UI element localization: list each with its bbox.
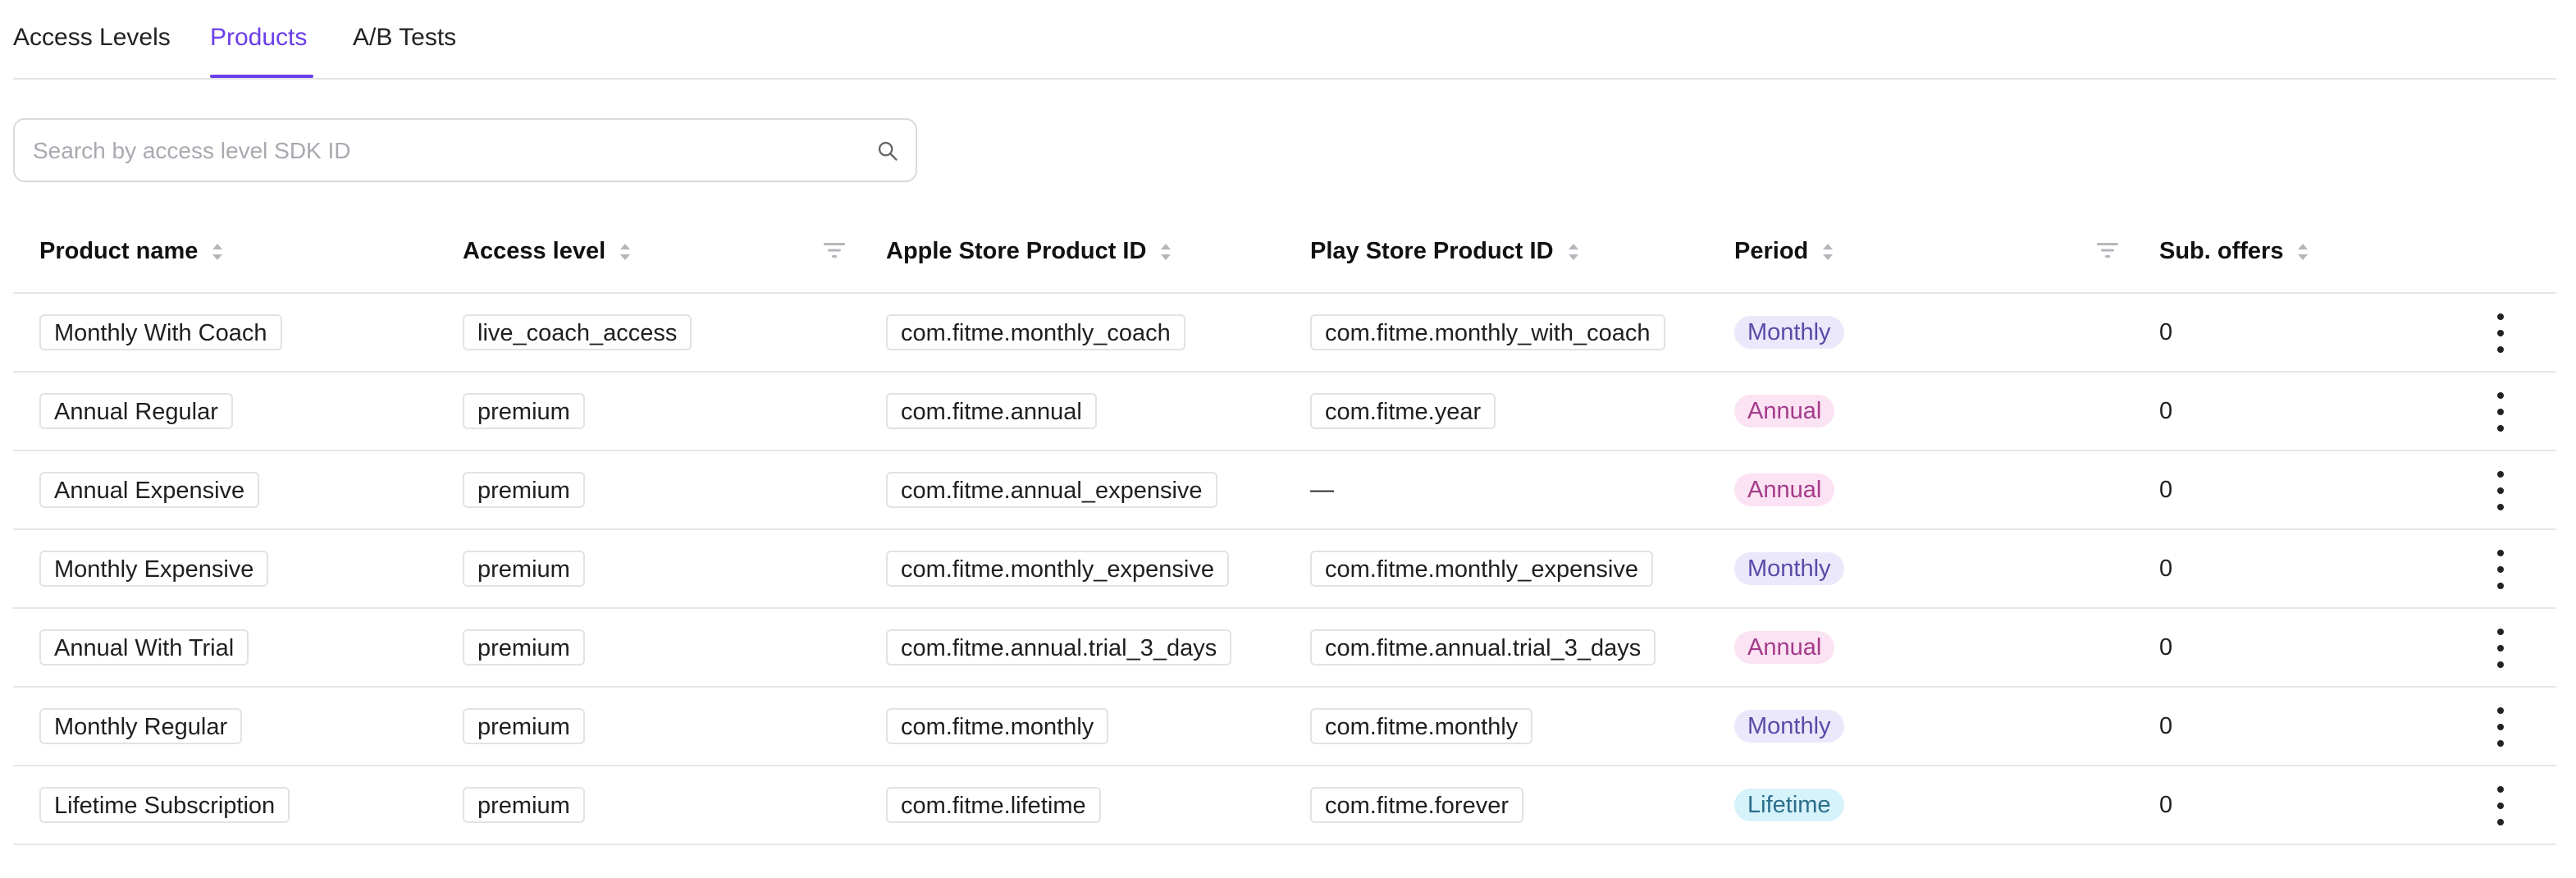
apple-id-chip: com.fitme.annual_expensive [886,472,1217,508]
active-tab-indicator [210,75,313,78]
table-row[interactable]: Monthly Expensive premium com.fitme.mont… [13,530,2556,609]
table-row[interactable]: Monthly With Coach live_coach_access com… [13,294,2556,373]
apple-id-chip: com.fitme.annual.trial_3_days [886,629,1232,665]
sort-icon[interactable] [2296,240,2309,263]
access-level-chip: live_coach_access [463,314,692,350]
more-options-icon[interactable] [2484,707,2517,747]
play-id-chip: com.fitme.year [1310,393,1496,429]
table-row[interactable]: Annual With Trial premium com.fitme.annu… [13,609,2556,688]
search-box [13,118,917,182]
period-badge: Annual [1734,473,1835,506]
sub-offers-count: 0 [2159,791,2173,818]
access-level-chip: premium [463,787,585,823]
product-name-chip: Annual Regular [39,393,233,429]
sub-offers-count: 0 [2159,397,2173,424]
sub-offers-count: 0 [2159,476,2173,503]
more-options-icon[interactable] [2484,313,2517,353]
table-row[interactable]: Monthly Regular premium com.fitme.monthl… [13,688,2556,766]
sub-offers-count: 0 [2159,712,2173,739]
sub-offers-count: 0 [2159,633,2173,661]
header-play-id[interactable]: Play Store Product ID [1310,238,1580,265]
header-sub-offers[interactable]: Sub. offers [2159,238,2309,265]
access-level-chip: premium [463,551,585,587]
apple-id-chip: com.fitme.annual [886,393,1097,429]
period-badge: Annual [1734,631,1835,664]
table-row[interactable]: Annual Regular premium com.fitme.annual … [13,373,2556,451]
filter-icon[interactable] [2095,240,2120,261]
play-id-chip: com.fitme.monthly_expensive [1310,551,1653,587]
sort-icon[interactable] [619,240,632,263]
access-level-chip: premium [463,629,585,665]
header-product-name[interactable]: Product name [39,238,224,265]
tab-access-levels[interactable]: Access Levels [13,21,171,54]
access-level-chip: premium [463,472,585,508]
more-options-icon[interactable] [2484,392,2517,432]
apple-id-chip: com.fitme.lifetime [886,787,1101,823]
more-options-icon[interactable] [2484,550,2517,589]
tab-ab-tests[interactable]: A/B Tests [353,21,456,54]
period-badge: Annual [1734,395,1835,428]
sub-offers-count: 0 [2159,318,2173,345]
more-options-icon[interactable] [2484,471,2517,510]
header-access-level[interactable]: Access level [463,238,632,265]
access-level-chip: premium [463,393,585,429]
search-icon[interactable] [876,139,899,162]
period-badge: Monthly [1734,552,1844,585]
play-id-chip: com.fitme.annual.trial_3_days [1310,629,1656,665]
period-badge: Lifetime [1734,789,1844,821]
header-period[interactable]: Period [1734,238,1834,265]
play-id-chip: com.fitme.monthly_with_coach [1310,314,1665,350]
apple-id-chip: com.fitme.monthly_coach [886,314,1185,350]
play-id-chip: com.fitme.forever [1310,787,1523,823]
tab-bar: Access Levels Products A/B Tests [13,0,2556,80]
table-header: Product name Access level Apple Store Pr… [13,213,2556,294]
sort-icon[interactable] [1821,240,1834,263]
apple-id-chip: com.fitme.monthly_expensive [886,551,1229,587]
table-row[interactable]: Annual Expensive premium com.fitme.annua… [13,451,2556,530]
sort-icon[interactable] [1567,240,1580,263]
header-apple-id[interactable]: Apple Store Product ID [886,238,1172,265]
period-badge: Monthly [1734,710,1844,743]
period-badge: Monthly [1734,316,1844,349]
table-row[interactable]: Lifetime Subscription premium com.fitme.… [13,766,2556,845]
product-name-chip: Monthly Expensive [39,551,269,587]
sort-icon[interactable] [211,240,224,263]
sort-icon[interactable] [1159,240,1172,263]
apple-id-chip: com.fitme.monthly [886,708,1109,744]
more-options-icon[interactable] [2484,629,2517,668]
tab-products[interactable]: Products [210,21,307,54]
sub-offers-count: 0 [2159,555,2173,582]
play-id-empty: — [1310,476,1334,503]
more-options-icon[interactable] [2484,786,2517,825]
search-input[interactable] [31,128,855,174]
filter-icon[interactable] [822,240,847,261]
product-name-chip: Monthly With Coach [39,314,282,350]
products-table: Product name Access level Apple Store Pr… [13,213,2556,845]
product-name-chip: Lifetime Subscription [39,787,290,823]
access-level-chip: premium [463,708,585,744]
product-name-chip: Monthly Regular [39,708,243,744]
product-name-chip: Annual With Trial [39,629,249,665]
play-id-chip: com.fitme.monthly [1310,708,1533,744]
product-name-chip: Annual Expensive [39,472,260,508]
